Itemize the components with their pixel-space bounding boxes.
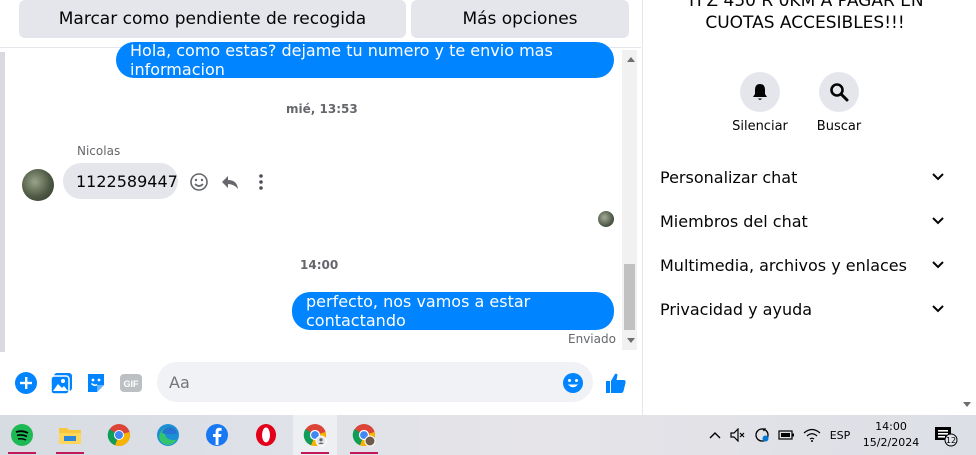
running-indicator [56,452,84,454]
chevron-down-icon [932,171,944,183]
reply-icon[interactable] [219,171,241,193]
menu-item-label: Multimedia, archivos y enlaces [660,255,907,275]
emoji-icon[interactable] [561,371,585,395]
spotify-icon[interactable] [0,415,44,455]
message-text: perfecto, nos vamos a estar contactando [306,292,531,330]
chrome-icon[interactable] [97,415,141,455]
running-indicator [350,452,378,454]
left-edge-strip [0,52,5,352]
chat-title-line: CUOTAS ACCESIBLES!!! [705,13,905,33]
mark-pending-pickup-button[interactable]: Marcar como pendiente de recogida [19,0,406,38]
menu-privacy-help[interactable]: Privacidad y ayuda [660,294,944,324]
chat-title-line: YFZ 450 R 0KM A PAGAR EN [686,0,924,11]
react-emoji-icon[interactable] [188,171,210,193]
menu-item-label: Miembros del chat [660,211,808,231]
incoming-message[interactable]: 1122589447 [63,163,178,199]
photo-gallery-icon[interactable] [50,371,74,395]
message-timestamp: 14:00 [300,258,339,272]
outgoing-message[interactable]: Hola, como estas? dejame tu numero y te … [116,41,614,79]
scroll-down-arrow-icon[interactable] [963,402,971,407]
chevron-up-icon[interactable] [706,415,724,455]
gif-icon[interactable]: GIF [119,371,143,395]
running-indicator [8,452,36,454]
message-timestamp: mié, 13:53 [286,102,358,116]
outgoing-message[interactable]: perfecto, nos vamos a estar contactando [292,292,614,330]
bell-icon [740,72,780,112]
scroll-down-arrow-icon[interactable] [627,338,635,343]
chrome-profile-icon[interactable] [342,415,386,455]
scroll-up-arrow-icon[interactable] [627,57,635,62]
svg-text:GIF: GIF [124,379,140,389]
menu-media-files-links[interactable]: Multimedia, archivos y enlaces [660,250,944,280]
chat-panel: Marcar como pendiente de recogida Más op… [0,0,641,415]
menu-item-label: Personalizar chat [660,167,798,187]
search-button[interactable]: Buscar [812,72,866,134]
message-input-container [157,362,593,402]
menu-item-label: Privacidad y ayuda [660,299,813,319]
message-input[interactable] [169,372,549,392]
battery-charging-icon[interactable] [777,415,797,455]
search-label: Buscar [816,119,862,134]
clock-time: 14:00 [875,420,907,433]
mute-button[interactable]: Silenciar [731,72,789,134]
thumbs-up-icon[interactable] [604,371,628,395]
read-receipt-avatar [598,211,614,227]
chrome-profile-icon[interactable] [293,415,337,455]
taskbar: ESP 12 [0,415,976,455]
message-status: Enviado [568,332,616,346]
chat-title: YFZ 450 R 0KM A PAGAR EN CUOTAS ACCESIBL… [670,0,940,34]
message-text: Hola, como estas? dejame tu numero y te … [130,41,553,79]
menu-customize-chat[interactable]: Personalizar chat [660,162,944,192]
facebook-icon[interactable] [195,415,239,455]
clock[interactable]: 14:00 15/2/2024 [858,419,924,451]
file-explorer-icon[interactable] [48,415,92,455]
add-plus-icon[interactable] [14,371,38,395]
more-options-button[interactable]: Más opciones [411,0,629,38]
running-indicator [301,452,329,454]
chat-header-actions: Marcar como pendiente de recogida Más op… [19,0,629,38]
message-text: 1122589447 [76,171,178,191]
input-language[interactable]: ESP [826,415,854,455]
sender-name: Nicolas [77,144,121,158]
chevron-down-icon [932,303,944,315]
avatar[interactable] [22,169,54,201]
chevron-down-icon [932,259,944,271]
notifications-icon[interactable]: 12 [932,415,960,455]
opera-icon[interactable] [244,415,288,455]
search-icon [819,72,859,112]
sync-icon[interactable] [752,415,772,455]
speaker-muted-icon[interactable] [729,415,747,455]
mute-label: Silenciar [732,119,788,134]
notification-count: 12 [946,436,956,445]
more-vertical-icon[interactable] [250,171,272,193]
chevron-down-icon [932,215,944,227]
clock-date: 15/2/2024 [862,436,920,449]
menu-chat-members[interactable]: Miembros del chat [660,206,944,236]
scrollbar-thumb[interactable] [624,264,635,330]
edge-icon[interactable] [146,415,190,455]
wifi-icon[interactable] [802,415,822,455]
sticker-icon[interactable] [84,371,108,395]
